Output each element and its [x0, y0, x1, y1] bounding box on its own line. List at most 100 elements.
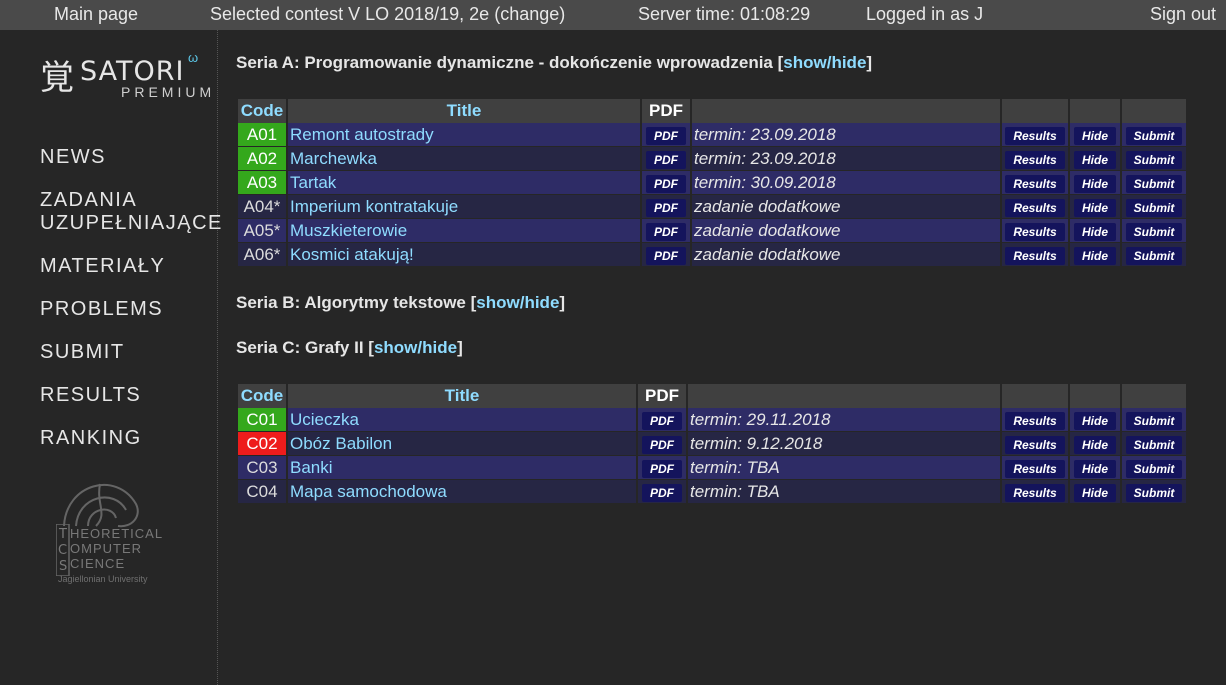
hide-button[interactable]: Hide: [1073, 459, 1116, 478]
submit-button[interactable]: Submit: [1125, 150, 1183, 169]
tcs-line2: OMPUTER: [70, 541, 142, 556]
hide-cell: Hide: [1070, 171, 1120, 195]
results-button[interactable]: Results: [1005, 246, 1065, 265]
hide-cell: Hide: [1070, 123, 1120, 147]
pdf-cell: PDF: [642, 147, 690, 171]
header-submit: [1122, 384, 1186, 408]
results-button[interactable]: Results: [1005, 222, 1065, 241]
task-title-link[interactable]: Obóz Babilon: [288, 432, 636, 456]
task-code: A01: [238, 123, 286, 147]
table-row: A03 Tartak PDF termin: 30.09.2018 Results Hid…: [238, 171, 1186, 195]
header-title: Title: [288, 384, 636, 408]
pdf-button[interactable]: PDF: [646, 222, 686, 241]
hide-button[interactable]: Hide: [1073, 483, 1116, 502]
pdf-cell: PDF: [642, 195, 690, 219]
submit-button[interactable]: Submit: [1125, 246, 1183, 265]
hide-button[interactable]: Hide: [1073, 222, 1116, 241]
pdf-button[interactable]: PDF: [646, 246, 686, 265]
pdf-button[interactable]: PDF: [642, 435, 682, 454]
series-c-header: Seria C: Grafy II [show/hide]: [236, 338, 463, 357]
task-title-link[interactable]: Imperium kontratakuje: [288, 195, 640, 219]
pdf-button[interactable]: PDF: [646, 174, 686, 193]
pdf-button[interactable]: PDF: [646, 126, 686, 145]
submit-button[interactable]: Submit: [1125, 459, 1183, 478]
pdf-cell: PDF: [642, 243, 690, 267]
series-a-toggle[interactable]: show/hide: [783, 53, 866, 72]
pdf-button[interactable]: PDF: [642, 483, 682, 502]
task-deadline: termin: 29.11.2018: [688, 408, 1000, 432]
nav-results[interactable]: RESULTS: [40, 384, 141, 407]
table-header-row: Code Title PDF: [238, 99, 1186, 123]
results-cell: Results: [1002, 123, 1068, 147]
hide-button[interactable]: Hide: [1073, 198, 1116, 217]
nav-zadania-uzupelniajace[interactable]: ZADANIA UZUPEŁNIAJĄCE: [40, 189, 223, 235]
task-title-link[interactable]: Remont autostrady: [288, 123, 640, 147]
hide-button[interactable]: Hide: [1073, 411, 1116, 430]
task-title-link[interactable]: Muszkieterowie: [288, 219, 640, 243]
hide-button[interactable]: Hide: [1073, 126, 1116, 145]
header-pdf: PDF: [638, 384, 686, 408]
pdf-button[interactable]: PDF: [642, 411, 682, 430]
series-b-toggle[interactable]: show/hide: [476, 293, 559, 312]
task-title-link[interactable]: Ucieczka: [288, 408, 636, 432]
task-title-link[interactable]: Tartak: [288, 171, 640, 195]
pdf-button[interactable]: PDF: [646, 150, 686, 169]
server-time: Server time: 01:08:29: [638, 4, 811, 24]
table-row: C02 Obóz Babilon PDF termin: 9.12.2018 Resul…: [238, 432, 1186, 456]
results-button[interactable]: Results: [1005, 198, 1065, 217]
table-row: A02 Marchewka PDF termin: 23.09.2018 Results…: [238, 147, 1186, 171]
hide-button[interactable]: Hide: [1073, 435, 1116, 454]
nav-submit[interactable]: SUBMIT: [40, 341, 125, 364]
task-deadline: termin: 23.09.2018: [692, 147, 1000, 171]
results-button[interactable]: Results: [1005, 411, 1065, 430]
submit-button[interactable]: Submit: [1125, 198, 1183, 217]
hide-cell: Hide: [1070, 147, 1120, 171]
results-button[interactable]: Results: [1005, 150, 1065, 169]
pdf-button[interactable]: PDF: [646, 198, 686, 217]
pdf-cell: PDF: [642, 171, 690, 195]
task-code: A05*: [238, 219, 286, 243]
submit-button[interactable]: Submit: [1125, 435, 1183, 454]
series-c-table: Code Title PDF C01 Ucieczka PDF termin: 29.…: [236, 384, 1188, 504]
hide-button[interactable]: Hide: [1073, 246, 1116, 265]
nav-news[interactable]: NEWS: [40, 146, 106, 169]
pdf-cell: PDF: [638, 456, 686, 480]
nav-materialy[interactable]: MATERIAŁY: [40, 255, 165, 278]
task-title-link[interactable]: Marchewka: [288, 147, 640, 171]
main-page-link[interactable]: Main page: [54, 4, 138, 25]
sign-out-link[interactable]: Sign out: [1150, 4, 1216, 25]
satori-logo[interactable]: 覚 SATORI ω PREMIUM: [40, 50, 211, 100]
results-button[interactable]: Results: [1005, 435, 1065, 454]
submit-button[interactable]: Submit: [1125, 222, 1183, 241]
logged-in-user[interactable]: Logged in as J: [866, 4, 983, 25]
task-title-link[interactable]: Kosmici atakują!: [288, 243, 640, 267]
header-hide: [1070, 99, 1120, 123]
results-cell: Results: [1002, 147, 1068, 171]
task-deadline: termin: 30.09.2018: [692, 171, 1000, 195]
results-button[interactable]: Results: [1005, 126, 1065, 145]
header-results: [1002, 99, 1068, 123]
submit-button[interactable]: Submit: [1125, 174, 1183, 193]
submit-button[interactable]: Submit: [1125, 411, 1183, 430]
series-c-toggle[interactable]: show/hide: [374, 338, 457, 357]
hide-button[interactable]: Hide: [1073, 150, 1116, 169]
tcs-line1: HEORETICAL: [70, 526, 164, 541]
pdf-button[interactable]: PDF: [642, 459, 682, 478]
task-code: C02: [238, 432, 286, 456]
results-button[interactable]: Results: [1005, 483, 1065, 502]
task-title-link[interactable]: Mapa samochodowa: [288, 480, 636, 504]
hide-button[interactable]: Hide: [1073, 174, 1116, 193]
task-title-link[interactable]: Banki: [288, 456, 636, 480]
submit-button[interactable]: Submit: [1125, 126, 1183, 145]
hide-cell: Hide: [1070, 408, 1120, 432]
results-button[interactable]: Results: [1005, 174, 1065, 193]
nav-ranking[interactable]: RANKING: [40, 427, 142, 450]
nav-zadania-line1: ZADANIA: [40, 189, 138, 211]
nav-problems[interactable]: PROBLEMS: [40, 298, 163, 321]
selected-contest-link[interactable]: Selected contest V LO 2018/19, 2e (chang…: [210, 4, 565, 25]
tcs-line3: CIENCE: [70, 556, 126, 571]
results-button[interactable]: Results: [1005, 459, 1065, 478]
submit-button[interactable]: Submit: [1125, 483, 1183, 502]
header-code: Code: [238, 99, 286, 123]
pdf-cell: PDF: [642, 219, 690, 243]
